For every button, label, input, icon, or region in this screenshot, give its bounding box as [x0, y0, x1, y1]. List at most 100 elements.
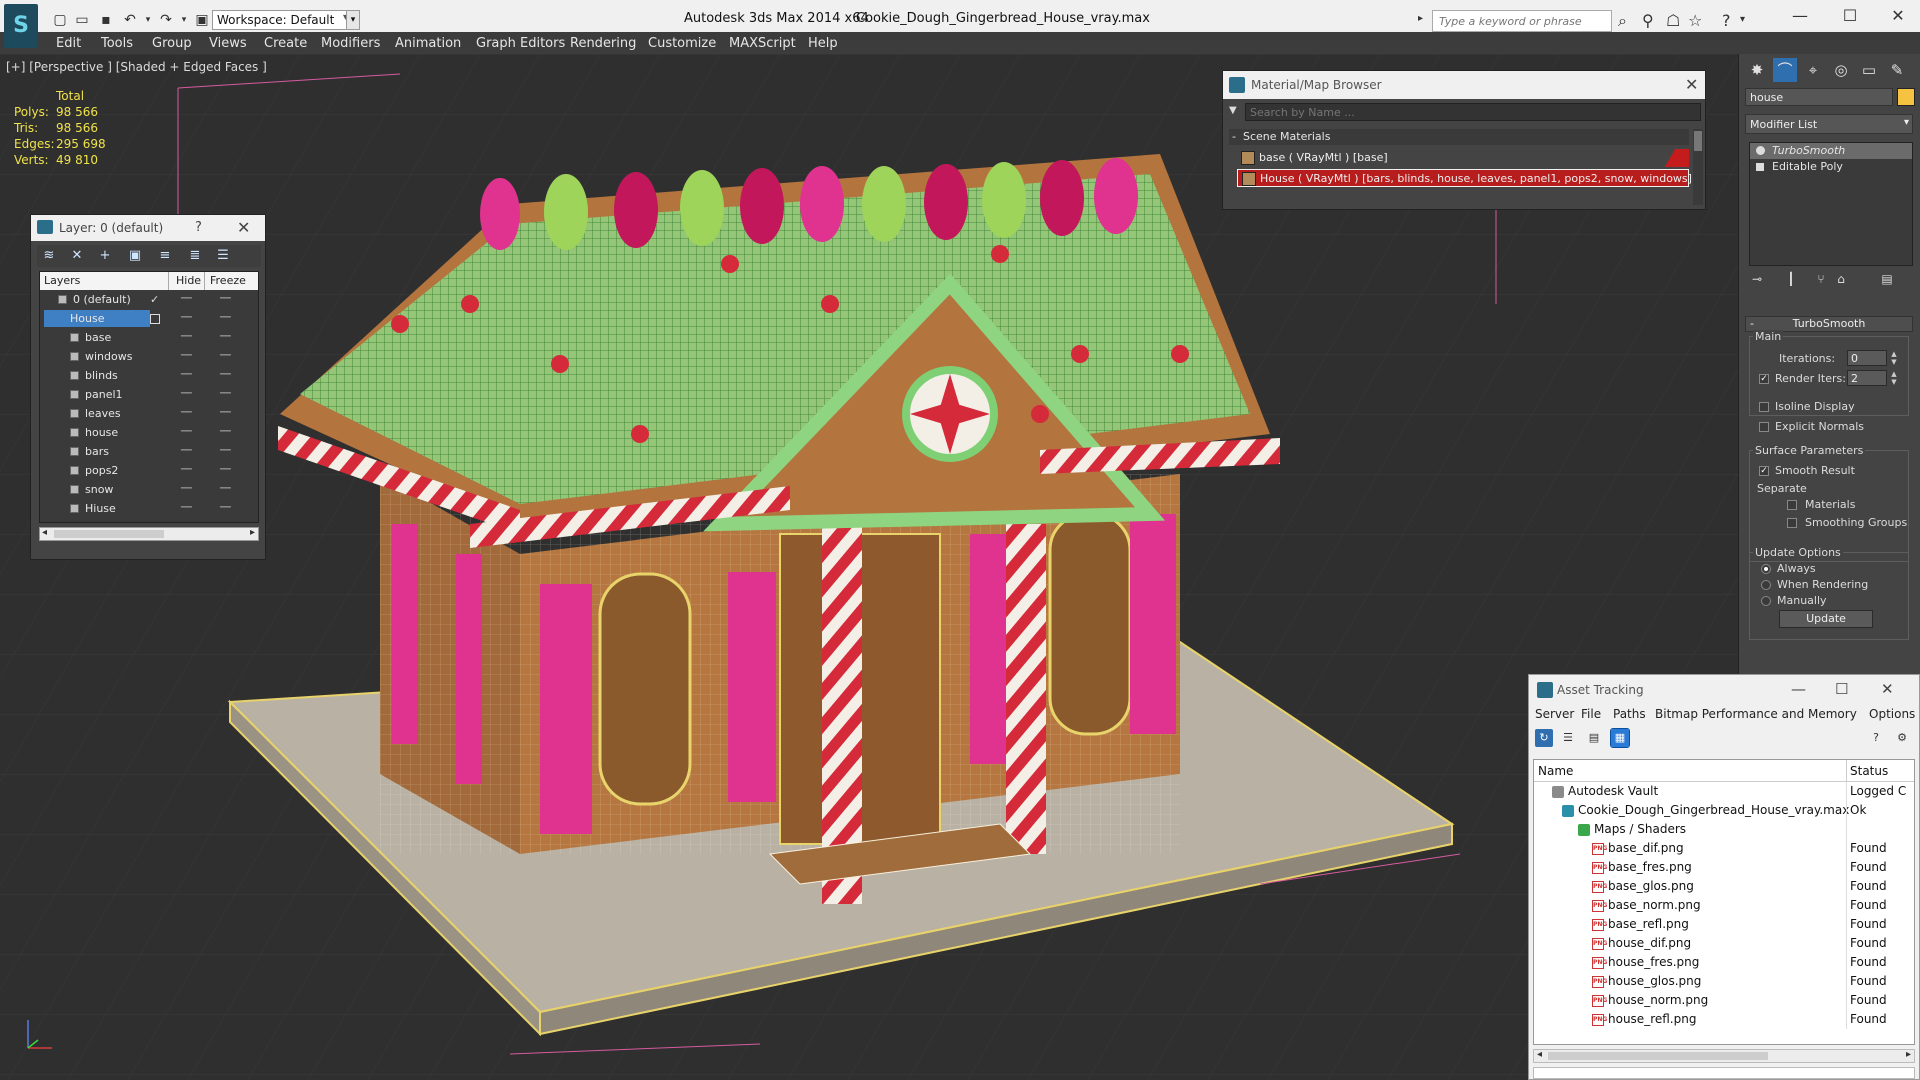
- layer-panel-titlebar[interactable]: Layer: 0 (default) ? ✕: [31, 215, 265, 241]
- column-hide[interactable]: Hide: [176, 274, 201, 287]
- scroll-left-icon[interactable]: ◂: [1537, 1049, 1542, 1060]
- menu-views[interactable]: Views: [209, 36, 247, 51]
- freeze-toggle[interactable]: ━━: [220, 366, 231, 385]
- hide-toggle[interactable]: ━━: [181, 461, 192, 480]
- scroll-right-icon[interactable]: ▸: [1906, 1049, 1911, 1060]
- menu-create[interactable]: Create: [264, 36, 307, 51]
- material-browser-titlebar[interactable]: Material/Map Browser ✕: [1223, 71, 1705, 99]
- hide-toggle[interactable]: ━━: [181, 480, 192, 499]
- list-view-icon[interactable]: ☰: [1559, 729, 1577, 747]
- modify-tab-icon[interactable]: ⌒: [1773, 58, 1797, 82]
- layer-row[interactable]: windows ━━ ━━: [40, 347, 258, 366]
- close-icon[interactable]: ✕: [1685, 75, 1698, 94]
- menu-modifiers[interactable]: Modifiers: [321, 36, 380, 51]
- layer-row[interactable]: blinds ━━ ━━: [40, 366, 258, 385]
- redo-dropdown-icon[interactable]: ▾: [176, 12, 192, 28]
- material-item-base[interactable]: base ( VRayMtl ) [base]: [1237, 149, 1689, 167]
- hide-toggle[interactable]: ━━: [181, 290, 192, 309]
- layers-stack-icon[interactable]: ≋: [39, 247, 59, 265]
- add-layer-icon[interactable]: +: [95, 247, 115, 265]
- hide-toggle[interactable]: ━━: [181, 328, 192, 347]
- layer-row[interactable]: bars ━━ ━━: [40, 442, 258, 461]
- freeze-toggle[interactable]: ━━: [220, 499, 231, 518]
- hide-toggle[interactable]: ━━: [181, 404, 192, 423]
- active-layer-check-icon[interactable]: ✓: [150, 290, 159, 309]
- menu-help[interactable]: Help: [808, 36, 838, 51]
- asset-menu-paths[interactable]: Paths: [1613, 707, 1646, 721]
- motion-tab-icon[interactable]: ◎: [1829, 58, 1853, 82]
- collapse-icon[interactable]: -: [1232, 129, 1236, 145]
- asset-horizontal-scrollbar[interactable]: ◂ ▸: [1533, 1049, 1915, 1063]
- layer-row[interactable]: House ━━ ━━: [40, 309, 258, 328]
- create-tab-icon[interactable]: ✸: [1745, 58, 1769, 82]
- update-always-radio[interactable]: [1761, 564, 1771, 574]
- freeze-toggle[interactable]: ━━: [220, 461, 231, 480]
- freeze-toggle[interactable]: ━━: [220, 480, 231, 499]
- menu-tools[interactable]: Tools: [101, 36, 133, 51]
- pin-stack-icon[interactable]: ⊸: [1747, 272, 1767, 290]
- layer-row[interactable]: base ━━ ━━: [40, 328, 258, 347]
- maximize-icon[interactable]: ☐: [1830, 6, 1870, 25]
- layer-row[interactable]: pops2 ━━ ━━: [40, 461, 258, 480]
- render-iters-checkbox[interactable]: ✓: [1759, 374, 1769, 384]
- menu-maxscript[interactable]: MAXScript: [729, 36, 796, 51]
- close-icon[interactable]: ✕: [1881, 680, 1894, 698]
- refresh-icon[interactable]: ↻: [1535, 729, 1553, 747]
- column-freeze[interactable]: Freeze: [210, 274, 246, 287]
- hide-toggle[interactable]: ━━: [181, 385, 192, 404]
- column-name[interactable]: Name: [1538, 764, 1573, 778]
- freeze-toggle[interactable]: ━━: [220, 423, 231, 442]
- keyword-search-input[interactable]: [1432, 10, 1612, 32]
- isoline-display-checkbox[interactable]: [1759, 402, 1769, 412]
- asset-menu-options[interactable]: Options: [1869, 707, 1915, 721]
- hide-toggle[interactable]: ━━: [181, 309, 192, 328]
- iterations-spinner[interactable]: 0: [1847, 350, 1887, 366]
- materials-checkbox[interactable]: [1787, 500, 1797, 510]
- workspace-dropdown-button[interactable]: ▾: [346, 10, 360, 30]
- column-status[interactable]: Status: [1850, 764, 1888, 778]
- asset-row[interactable]: PNG house_glos.png Found: [1534, 972, 1914, 991]
- asset-row[interactable]: Cookie_Dough_Gingerbread_House_vray.max O…: [1534, 801, 1914, 820]
- scrollbar-thumb[interactable]: [1548, 1052, 1768, 1060]
- undo-icon[interactable]: ↶: [122, 12, 138, 28]
- smoothing-groups-checkbox[interactable]: [1787, 518, 1797, 528]
- menu-edit[interactable]: Edit: [56, 36, 81, 51]
- hide-toggle[interactable]: ━━: [181, 442, 192, 461]
- layer-row[interactable]: 0 (default) ✓ ━━ ━━: [40, 290, 258, 309]
- search-options-icon[interactable]: ▼: [1229, 105, 1237, 116]
- make-unique-icon[interactable]: ⑂: [1811, 272, 1831, 290]
- menu-animation[interactable]: Animation: [395, 36, 461, 51]
- explicit-normals-checkbox[interactable]: [1759, 422, 1769, 432]
- scene-materials-group[interactable]: - Scene Materials: [1229, 129, 1689, 145]
- add-selection-to-layer-icon[interactable]: ▣: [125, 247, 145, 265]
- lightbulb-icon[interactable]: [1756, 146, 1765, 155]
- asset-row[interactable]: Maps / Shaders: [1534, 820, 1914, 839]
- layer-row[interactable]: snow ━━ ━━: [40, 480, 258, 499]
- render-iters-spinner[interactable]: 2: [1847, 370, 1887, 386]
- layer-row[interactable]: leaves ━━ ━━: [40, 404, 258, 423]
- save-icon[interactable]: ▪: [98, 12, 114, 28]
- show-end-result-icon[interactable]: ┃: [1781, 272, 1801, 290]
- modifier-list-dropdown[interactable]: Modifier List ▾: [1745, 114, 1913, 134]
- freeze-toggle[interactable]: ━━: [220, 404, 231, 423]
- layer-row[interactable]: Hiuse ━━ ━━: [40, 499, 258, 518]
- menu-rendering[interactable]: Rendering: [570, 36, 636, 51]
- update-when-rendering-radio[interactable]: [1761, 580, 1771, 590]
- asset-menu-file[interactable]: File: [1581, 707, 1601, 721]
- hide-toggle[interactable]: ━━: [181, 366, 192, 385]
- freeze-toggle[interactable]: ━━: [220, 385, 231, 404]
- object-color-swatch[interactable]: [1897, 88, 1915, 106]
- column-layers[interactable]: Layers: [44, 274, 80, 287]
- help-icon[interactable]: ?: [1722, 11, 1731, 30]
- layer-row[interactable]: house ━━ ━━: [40, 423, 258, 442]
- scrollbar-thumb[interactable]: [54, 530, 164, 538]
- hide-toggle[interactable]: ━━: [181, 347, 192, 366]
- delete-layer-icon[interactable]: ✕: [67, 247, 87, 265]
- configure-modifier-sets-icon[interactable]: ▤: [1877, 272, 1897, 290]
- help-icon[interactable]: ?: [195, 220, 202, 235]
- scrollbar-thumb[interactable]: [1694, 131, 1702, 151]
- material-item-house[interactable]: House ( VRayMtl ) [bars, blinds, house, …: [1237, 169, 1692, 187]
- material-vertical-scrollbar[interactable]: [1693, 129, 1703, 205]
- layer-horizontal-scrollbar[interactable]: ◂ ▸: [39, 527, 259, 541]
- settings-icon[interactable]: ⚙: [1893, 729, 1911, 747]
